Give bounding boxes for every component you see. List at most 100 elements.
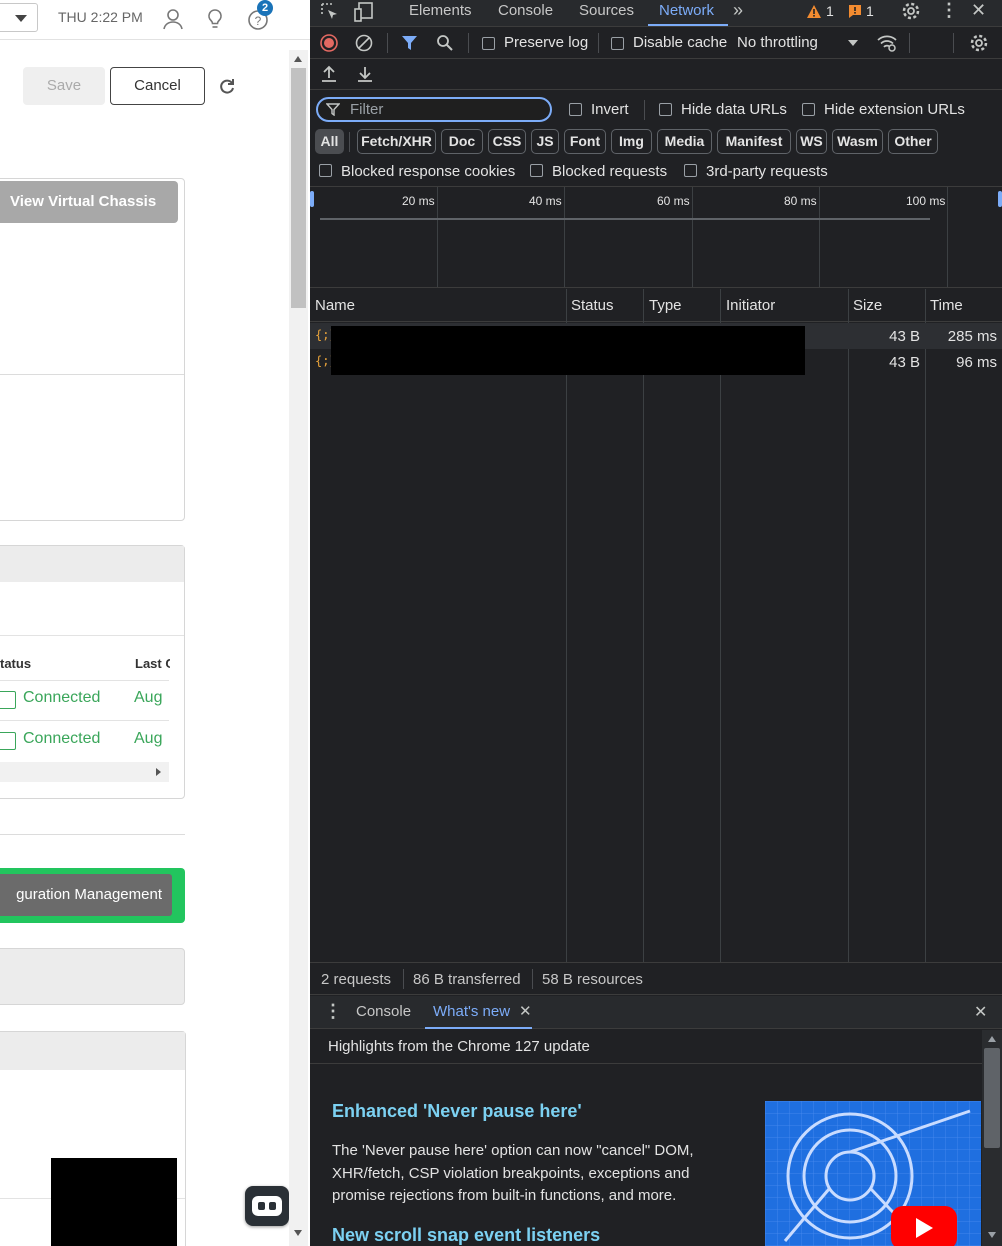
table-row[interactable]: Connected Aug <box>0 685 170 715</box>
third-party-requests-label: 3rd-party requests <box>706 163 828 180</box>
refresh-icon[interactable] <box>218 77 236 95</box>
clear-icon[interactable] <box>355 34 373 52</box>
chip-font[interactable]: Font <box>564 129 606 154</box>
hide-extension-urls-label: Hide extension URLs <box>824 101 965 118</box>
timeline-tick: 40 ms <box>529 194 562 208</box>
timeline-overview[interactable]: 20 ms 40 ms 60 ms 80 ms 100 ms <box>310 186 1002 288</box>
separator <box>387 33 388 53</box>
tab-elements[interactable]: Elements <box>409 2 472 19</box>
config-management-button[interactable]: guration Management <box>0 874 172 916</box>
device-toolbar-icon[interactable] <box>354 1 376 23</box>
drawer-tab-whats-new[interactable]: What's new <box>433 1003 510 1020</box>
chip-css[interactable]: CSS <box>488 129 526 154</box>
import-har-icon[interactable] <box>320 65 338 83</box>
dropdown-select[interactable] <box>0 3 38 32</box>
throttling-dropdown-icon[interactable] <box>848 40 858 46</box>
chip-all[interactable]: All <box>315 129 344 154</box>
save-button[interactable]: Save <box>23 67 105 105</box>
chip-fetch-xhr[interactable]: Fetch/XHR <box>357 129 436 154</box>
preserve-log-label: Preserve log <box>504 34 589 51</box>
page-scrollbar[interactable] <box>289 50 308 1246</box>
network-settings-gear-icon[interactable] <box>969 33 989 53</box>
redacted-image <box>51 1158 177 1246</box>
divider <box>0 635 184 636</box>
column-header-type[interactable]: Type <box>649 297 682 314</box>
scroll-down-icon[interactable] <box>988 1232 996 1238</box>
view-virtual-chassis-button[interactable]: View Virtual Chassis <box>0 181 178 223</box>
chip-doc[interactable]: Doc <box>441 129 483 154</box>
issues-count[interactable]: 1 <box>866 3 874 19</box>
column-header-status[interactable]: Status <box>571 297 614 314</box>
column-divider[interactable] <box>643 289 644 962</box>
chip-ws[interactable]: WS <box>796 129 827 154</box>
blocked-response-cookies-checkbox[interactable] <box>319 164 332 177</box>
scrollbar-thumb[interactable] <box>291 68 306 308</box>
record-stop-icon[interactable] <box>320 34 338 52</box>
invert-checkbox[interactable] <box>569 103 582 116</box>
chip-other[interactable]: Other <box>888 129 938 154</box>
user-icon[interactable] <box>160 6 186 32</box>
whats-new-item-title[interactable]: Enhanced 'Never pause here' <box>332 1101 582 1122</box>
column-header-time[interactable]: Time <box>930 297 963 314</box>
kebab-menu-icon[interactable]: ⋮ <box>940 0 958 21</box>
scroll-down-icon[interactable] <box>294 1230 302 1236</box>
chip-js[interactable]: JS <box>531 129 559 154</box>
chatbot-launcher-icon[interactable] <box>245 1186 289 1226</box>
preserve-log-checkbox[interactable] <box>482 37 495 50</box>
column-divider[interactable] <box>848 289 849 962</box>
disable-cache-checkbox[interactable] <box>611 37 624 50</box>
divider <box>0 374 184 375</box>
filter-input[interactable]: Filter <box>316 97 552 122</box>
tab-sources[interactable]: Sources <box>579 2 634 19</box>
warning-icon[interactable] <box>806 4 822 19</box>
issues-icon[interactable] <box>848 4 862 19</box>
separator <box>644 100 645 120</box>
drawer-tab-console[interactable]: Console <box>356 1003 411 1020</box>
whats-new-item-title[interactable]: New scroll snap event listeners <box>332 1225 600 1246</box>
column-header-initiator[interactable]: Initiator <box>726 297 775 314</box>
column-header-name[interactable]: Name <box>315 297 355 314</box>
chip-media[interactable]: Media <box>657 129 712 154</box>
timeline-left-handle[interactable] <box>310 191 314 207</box>
third-party-requests-checkbox[interactable] <box>684 164 697 177</box>
search-icon[interactable] <box>436 34 454 52</box>
column-divider[interactable] <box>925 289 926 962</box>
column-header-size[interactable]: Size <box>853 297 882 314</box>
whats-new-video-thumbnail[interactable] <box>765 1101 981 1246</box>
drawer-scrollbar[interactable] <box>982 1030 1002 1246</box>
collapsed-card[interactable] <box>0 948 185 1005</box>
export-har-icon[interactable] <box>356 65 374 83</box>
chip-wasm[interactable]: Wasm <box>832 129 883 154</box>
scrollbar-thumb[interactable] <box>984 1048 1000 1148</box>
close-tab-icon[interactable]: ✕ <box>519 1002 532 1020</box>
blocked-requests-checkbox[interactable] <box>530 164 543 177</box>
throttling-select[interactable]: No throttling <box>737 34 818 51</box>
youtube-play-icon[interactable] <box>891 1206 957 1246</box>
close-drawer-icon[interactable]: ✕ <box>974 1002 987 1022</box>
last-value: Aug <box>134 730 163 747</box>
column-divider[interactable] <box>720 289 721 962</box>
filter-icon[interactable] <box>401 35 418 51</box>
chip-manifest[interactable]: Manifest <box>717 129 791 154</box>
close-devtools-icon[interactable]: ✕ <box>971 0 986 21</box>
hide-extension-urls-checkbox[interactable] <box>802 103 815 116</box>
timeline-right-handle[interactable] <box>998 191 1002 207</box>
drawer-menu-icon[interactable]: ⋮ <box>324 1001 342 1022</box>
tab-network[interactable]: Network <box>659 2 714 19</box>
column-divider[interactable] <box>566 289 567 962</box>
table-row[interactable]: Connected Aug <box>0 726 170 756</box>
tab-console[interactable]: Console <box>498 2 553 19</box>
scroll-up-icon[interactable] <box>988 1036 996 1042</box>
scroll-up-icon[interactable] <box>294 56 302 62</box>
inspect-element-icon[interactable] <box>320 2 340 22</box>
divider <box>0 680 169 681</box>
chip-img[interactable]: Img <box>611 129 652 154</box>
more-tabs-icon[interactable]: » <box>733 0 743 21</box>
hide-data-urls-checkbox[interactable] <box>659 103 672 116</box>
horizontal-scrollbar[interactable] <box>0 762 169 782</box>
lightbulb-icon[interactable] <box>202 6 228 32</box>
cancel-button[interactable]: Cancel <box>110 67 205 105</box>
warning-count[interactable]: 1 <box>826 3 834 19</box>
network-conditions-icon[interactable] <box>876 33 898 53</box>
settings-gear-icon[interactable] <box>901 1 921 21</box>
